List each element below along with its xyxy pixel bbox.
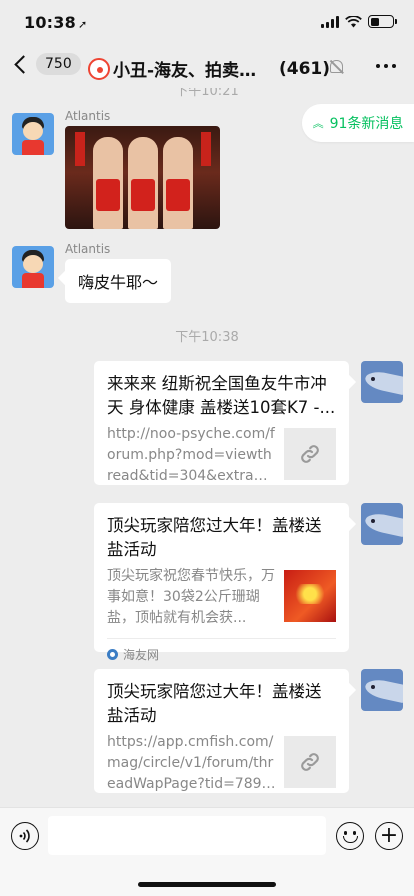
more-options-button[interactable]: [376, 64, 396, 68]
card-description: 顶尖玩家祝您春节快乐，万事如意！30袋2公斤珊瑚盐，顶帖就有机会获...: [107, 568, 275, 626]
image-message[interactable]: [65, 126, 220, 229]
link-icon: [284, 428, 336, 480]
plus-icon: +: [379, 823, 399, 848]
avatar[interactable]: [361, 669, 403, 711]
voice-input-button[interactable]: [11, 822, 39, 850]
voice-icon: [19, 829, 30, 843]
chat-header: 750 小丑-海友、拍卖交... (461): [0, 44, 414, 88]
battery-icon: [368, 15, 397, 28]
chat-name: 小丑-海友、拍卖交...: [113, 61, 273, 81]
unread-count-badge: 750: [36, 53, 81, 75]
new-messages-button[interactable]: ︽ 91条新消息: [302, 104, 414, 142]
message-text: 嗨皮牛耶～: [78, 273, 159, 292]
more-actions-button[interactable]: +: [375, 822, 403, 850]
back-button[interactable]: 750: [12, 53, 81, 75]
cellular-signal-icon: [321, 15, 339, 28]
clown-emoji-icon: [88, 57, 110, 80]
wifi-icon: [345, 15, 362, 27]
avatar[interactable]: [361, 361, 403, 403]
chevron-left-icon: [14, 54, 33, 74]
avatar[interactable]: [12, 246, 54, 288]
sender-name: Atlantis: [65, 242, 111, 256]
link-card[interactable]: 顶尖玩家陪您过大年！盖楼送盐活动 顶尖玩家祝您春节快乐，万事如意！30袋2公斤珊…: [94, 503, 349, 662]
timestamp: 下午10:38: [175, 330, 239, 345]
member-count: (461): [279, 58, 331, 79]
location-arrow-icon: ➚: [77, 18, 88, 31]
message-list[interactable]: 下午10:21 ︽ 91条新消息 Atlantis Atlantis 嗨皮牛耶～…: [0, 88, 414, 807]
message-input[interactable]: [48, 816, 326, 855]
card-thumbnail-image: [284, 570, 336, 622]
link-card[interactable]: 顶尖玩家陪您过大年！盖楼送盐活动 https://app.cmfish.com/…: [94, 669, 349, 793]
new-messages-label: 91条新消息: [329, 116, 404, 132]
card-description: https://app.cmfish.com/mag/circle/v1/for…: [107, 734, 274, 792]
double-chevron-up-icon: ︽: [312, 116, 324, 130]
home-indicator: [138, 882, 276, 887]
card-source: 海友网: [123, 648, 160, 662]
text-message[interactable]: 嗨皮牛耶～: [65, 259, 172, 303]
avatar[interactable]: [12, 113, 54, 155]
status-bar: 10:38 ➚: [0, 0, 414, 44]
card-title: 顶尖玩家陪您过大年！盖楼送盐活动: [107, 682, 322, 725]
card-title: 来来来 纽斯祝全国鱼友牛市冲天 身体健康 盖楼送10套K7 -...: [107, 374, 336, 417]
link-icon: [284, 736, 336, 788]
chat-title[interactable]: 小丑-海友、拍卖交... (461): [88, 56, 336, 81]
status-time: 10:38 ➚: [24, 13, 88, 32]
timestamp-partial: 下午10:21: [175, 88, 239, 99]
mute-bell-icon: [330, 60, 343, 73]
emoji-button[interactable]: [336, 822, 364, 850]
card-description: http://noo-psyche.com/forum.php?mod=view…: [107, 426, 275, 484]
avatar[interactable]: [361, 503, 403, 545]
card-title: 顶尖玩家陪您过大年！盖楼送盐活动: [107, 516, 322, 559]
sender-name: Atlantis: [65, 109, 111, 123]
site-logo-icon: [107, 649, 118, 660]
link-card[interactable]: 来来来 纽斯祝全国鱼友牛市冲天 身体健康 盖楼送10套K7 -... http:…: [94, 361, 349, 485]
